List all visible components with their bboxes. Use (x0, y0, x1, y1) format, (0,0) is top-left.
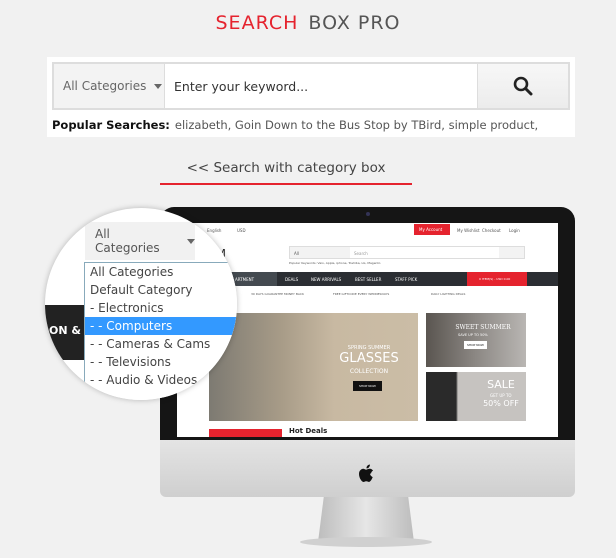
side1-title: SWEET SUMMER (455, 324, 511, 331)
page-title: SEARCH BOX PRO (0, 12, 616, 34)
my-account[interactable]: My Account (414, 224, 450, 235)
apple-logo-icon (359, 464, 373, 482)
category-label: All Categories (63, 79, 147, 93)
magnifier: ON & A All Categories All Categories Def… (45, 208, 237, 400)
popular-links[interactable]: elizabeth, Goin Down to the Bus Stop by … (175, 118, 538, 132)
title-rest: BOX PRO (308, 12, 401, 34)
checkout[interactable]: Checkout (482, 228, 501, 233)
side2-off: 50% OFF (483, 399, 519, 408)
chevron-down-icon (154, 83, 163, 89)
categories-tab[interactable] (209, 429, 282, 437)
screen-search-button[interactable] (499, 247, 524, 258)
wishlist[interactable]: My Wishlist (457, 228, 480, 233)
language[interactable]: English (207, 228, 221, 233)
camera-icon (366, 212, 370, 216)
banner-shop-now[interactable]: SHOP NOW (353, 381, 382, 391)
login[interactable]: Login (509, 228, 520, 233)
strip-item: DAILY LIGHTING DEALS (431, 292, 466, 296)
search-button[interactable] (477, 64, 568, 108)
nav-department[interactable]: ARTMENT (235, 277, 254, 282)
screen-search-input[interactable]: Search (350, 247, 499, 258)
nav-best-seller[interactable]: BEST SELLER (355, 277, 381, 282)
screen-keywords: Popular Keywords: Vaio, Apple, iphone, T… (289, 261, 381, 265)
hot-deals: Hot Deals (289, 427, 328, 435)
side-banner-1[interactable]: SWEET SUMMER SAVE UP TO 50% SHOP NOW (426, 313, 526, 367)
search-panel: All Categories Enter your keyword... Pop… (47, 57, 575, 137)
category-listbox[interactable]: All Categories Default Category - Electr… (84, 262, 237, 400)
nav-new-arrivals[interactable]: NEW ARRIVALS (311, 277, 341, 282)
banner-line3: COLLECTION (349, 368, 389, 375)
strip-item: FREE GIFTCODE EVERY WEDNESDAYS (333, 292, 390, 296)
screen-category[interactable]: All (290, 247, 350, 258)
cart-button[interactable]: 0 ITEM(S) - USD 0.00 (467, 272, 527, 286)
option-televisions[interactable]: - - Televisions (85, 353, 237, 371)
popular-searches: Popular Searches: elizabeth, Goin Down to… (52, 118, 538, 132)
search-icon (513, 76, 533, 96)
strip-item: 30 DAYS GUARANTEE MONEY BACK (251, 292, 304, 296)
nav-deals[interactable]: DEALS (285, 277, 298, 282)
option-all-categories[interactable]: All Categories (85, 263, 237, 281)
option-cameras[interactable]: - - Cameras & Cams (85, 335, 237, 353)
monitor-stand (318, 497, 414, 542)
caption: << Search with category box (186, 160, 386, 176)
monitor-base (300, 537, 432, 547)
nav-staff-pick[interactable]: STAFF PICK (395, 277, 417, 282)
option-electronics[interactable]: - Electronics (85, 299, 237, 317)
popular-label: Popular Searches: (52, 118, 170, 132)
category-dropdown[interactable]: All Categories (85, 222, 195, 260)
side1-shop-now[interactable]: SHOP NOW (464, 341, 487, 349)
option-computers[interactable]: - - Computers (85, 317, 237, 335)
banner-line2: GLASSES (339, 351, 399, 366)
dropdown-label: All Categories (95, 227, 160, 255)
currency[interactable]: USD (237, 228, 246, 233)
search-input[interactable]: Enter your keyword... (165, 64, 477, 108)
search-box: All Categories Enter your keyword... (52, 62, 570, 110)
dark-menu-fragment: ON & A (45, 305, 84, 360)
caption-underline (160, 183, 412, 185)
side1-sub: SAVE UP TO 50% (458, 333, 488, 337)
chevron-down-icon (187, 238, 195, 244)
side2-sub: GET UP TO (490, 393, 512, 398)
option-audio-videos[interactable]: - - Audio & Videos (85, 371, 237, 389)
option-default-category[interactable]: Default Category (85, 281, 237, 299)
title-accent: SEARCH (215, 12, 299, 34)
side2-title: SALE (487, 378, 515, 391)
main-banner[interactable]: SPRING SUMMER GLASSES COLLECTION SHOP NO… (209, 313, 418, 421)
category-select[interactable]: All Categories (54, 64, 165, 108)
side-banner-2[interactable]: SALE GET UP TO 50% OFF (426, 372, 526, 421)
